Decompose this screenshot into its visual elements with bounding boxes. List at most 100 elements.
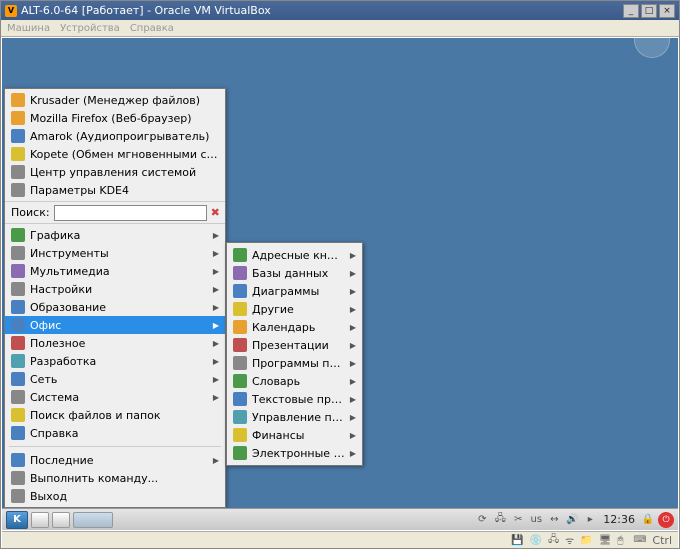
category-item-0[interactable]: Графика▶: [5, 226, 225, 244]
category-item-9[interactable]: Система▶: [5, 388, 225, 406]
clear-search-icon[interactable]: ✖: [211, 206, 220, 220]
category-item-6-icon: [11, 336, 25, 350]
favorite-item-0[interactable]: Krusader (Менеджер файлов): [5, 91, 225, 109]
submenu-item-9-icon: [233, 410, 247, 424]
submenu-item-0[interactable]: Адресные книги▶: [227, 246, 362, 264]
kde-start-button[interactable]: K: [6, 511, 28, 529]
bottom-item-0[interactable]: Последние▶: [5, 451, 225, 469]
favorite-item-5[interactable]: Параметры KDE4: [5, 181, 225, 199]
chevron-right-icon: ▶: [213, 249, 219, 258]
power-button[interactable]: ⏻: [658, 512, 674, 528]
vbox-menubar: Машина Устройства Справка: [1, 20, 679, 37]
favorite-item-1[interactable]: Mozilla Firefox (Веб-браузер): [5, 109, 225, 127]
category-item-8[interactable]: Сеть▶: [5, 370, 225, 388]
submenu-item-1-icon: [233, 266, 247, 280]
submenu-item-9[interactable]: Управление проектами▶: [227, 408, 362, 426]
submenu-item-2[interactable]: Диаграммы▶: [227, 282, 362, 300]
tray-sound-icon[interactable]: 🔊: [565, 513, 579, 527]
tray-updates-icon[interactable]: ⟳: [475, 513, 489, 527]
submenu-item-6-label: Программы просмотра: [252, 357, 345, 370]
favorite-item-2-icon: [11, 129, 25, 143]
vbox-minimize-button[interactable]: _: [623, 4, 639, 18]
category-item-6[interactable]: Полезное▶: [5, 334, 225, 352]
submenu-item-3[interactable]: Другие▶: [227, 300, 362, 318]
submenu-item-1[interactable]: Базы данных▶: [227, 264, 362, 282]
task-button[interactable]: [73, 512, 113, 528]
favorite-item-4-icon: [11, 165, 25, 179]
submenu-item-4[interactable]: Календарь▶: [227, 318, 362, 336]
guest-desktop[interactable]: Krusader (Менеджер файлов) Mozilla Firefo…: [2, 38, 678, 530]
vbox-shared-icon[interactable]: 📁: [580, 535, 592, 546]
vbox-display-icon[interactable]: 🖥: [599, 535, 612, 546]
submenu-item-11[interactable]: Электронные таблицы▶: [227, 444, 362, 462]
bottom-section: Последние▶ Выполнить команду... Выход: [5, 449, 225, 507]
category-item-5[interactable]: Офис▶: [5, 316, 225, 334]
favorite-item-3[interactable]: Kopete (Обмен мгновенными сообщениями): [5, 145, 225, 163]
vbox-title-text: ALT-6.0-64 [Работает] - Oracle VM Virtua…: [21, 4, 623, 17]
category-item-6-label: Полезное: [30, 337, 208, 350]
bottom-item-2[interactable]: Выход: [5, 487, 225, 505]
category-item-4[interactable]: Образование▶: [5, 298, 225, 316]
category-item-7-icon: [11, 354, 25, 368]
quick-launch-1[interactable]: [31, 512, 49, 528]
vbox-icon: V: [5, 5, 17, 17]
vbox-hd-icon[interactable]: 💾: [511, 535, 523, 546]
favorite-item-0-label: Krusader (Менеджер файлов): [30, 94, 219, 107]
category-item-11[interactable]: Справка: [5, 424, 225, 442]
bottom-item-0-icon: [11, 453, 25, 467]
favorite-item-2-label: Amarok (Аудиопроигрыватель): [30, 130, 219, 143]
submenu-item-4-icon: [233, 320, 247, 334]
category-item-1[interactable]: Инструменты ▶: [5, 244, 225, 262]
quick-launch-2[interactable]: [52, 512, 70, 528]
submenu-item-10[interactable]: Финансы▶: [227, 426, 362, 444]
chevron-right-icon: ▶: [350, 413, 356, 422]
tray-device-icon[interactable]: 🖧: [493, 513, 507, 527]
lock-icon[interactable]: 🔒: [641, 513, 655, 527]
category-item-3[interactable]: Настройки▶: [5, 280, 225, 298]
vbox-usb-icon[interactable]: ᯤ: [565, 533, 574, 547]
vbox-net-icon[interactable]: 🖧: [548, 532, 559, 549]
tray-clipboard-icon[interactable]: ✂: [511, 513, 525, 527]
vbox-hostkey-icon[interactable]: ⌨: [633, 535, 646, 545]
chevron-right-icon: ▶: [350, 449, 356, 458]
bottom-item-0-label: Последние: [30, 454, 208, 467]
bottom-item-1-label: Выполнить команду...: [30, 472, 219, 485]
vbox-menu-devices[interactable]: Устройства: [60, 23, 120, 34]
category-item-4-icon: [11, 300, 25, 314]
chevron-right-icon: ▶: [350, 269, 356, 278]
chevron-right-icon: ▶: [350, 359, 356, 368]
search-input[interactable]: [54, 205, 207, 221]
submenu-item-6[interactable]: Программы просмотра ▶: [227, 354, 362, 372]
category-item-4-label: Образование: [30, 301, 208, 314]
category-item-7[interactable]: Разработка▶: [5, 352, 225, 370]
category-item-10[interactable]: Поиск файлов и папок: [5, 406, 225, 424]
kde-start-menu: Krusader (Менеджер файлов) Mozilla Firefo…: [4, 88, 226, 508]
category-item-9-icon: [11, 390, 25, 404]
vbox-cd-icon[interactable]: 💿: [530, 535, 542, 546]
tray-expand-icon[interactable]: ▸: [583, 513, 597, 527]
favorite-item-3-label: Kopete (Обмен мгновенными сообщениями): [30, 148, 219, 161]
submenu-item-5[interactable]: Презентации▶: [227, 336, 362, 354]
vbox-hostkey-label: Ctrl: [652, 534, 672, 547]
favorite-item-4[interactable]: Центр управления системой: [5, 163, 225, 181]
category-item-1-label: Инструменты: [30, 247, 208, 260]
favorites-section: Krusader (Менеджер файлов) Mozilla Firefo…: [5, 89, 225, 202]
vbox-maximize-button[interactable]: □: [641, 4, 657, 18]
submenu-item-7[interactable]: Словарь▶: [227, 372, 362, 390]
category-item-2[interactable]: Мультимедиа▶: [5, 262, 225, 280]
tray-network-icon[interactable]: ↔: [547, 513, 561, 527]
submenu-item-5-icon: [233, 338, 247, 352]
vbox-mouse-icon[interactable]: 🖱: [617, 535, 623, 546]
submenu-item-8[interactable]: Текстовые процессоры▶: [227, 390, 362, 408]
vbox-close-button[interactable]: ×: [659, 4, 675, 18]
category-item-10-label: Поиск файлов и папок: [30, 409, 219, 422]
favorite-item-0-icon: [11, 93, 25, 107]
vbox-menu-help[interactable]: Справка: [130, 23, 174, 34]
tray-lang-icon[interactable]: us: [529, 513, 543, 527]
taskbar-clock[interactable]: 12:36: [600, 513, 638, 526]
vbox-menu-machine[interactable]: Машина: [7, 23, 50, 34]
desktop-cashew-widget[interactable]: [634, 38, 670, 58]
bottom-item-1[interactable]: Выполнить команду...: [5, 469, 225, 487]
category-item-11-label: Справка: [30, 427, 219, 440]
favorite-item-2[interactable]: Amarok (Аудиопроигрыватель): [5, 127, 225, 145]
